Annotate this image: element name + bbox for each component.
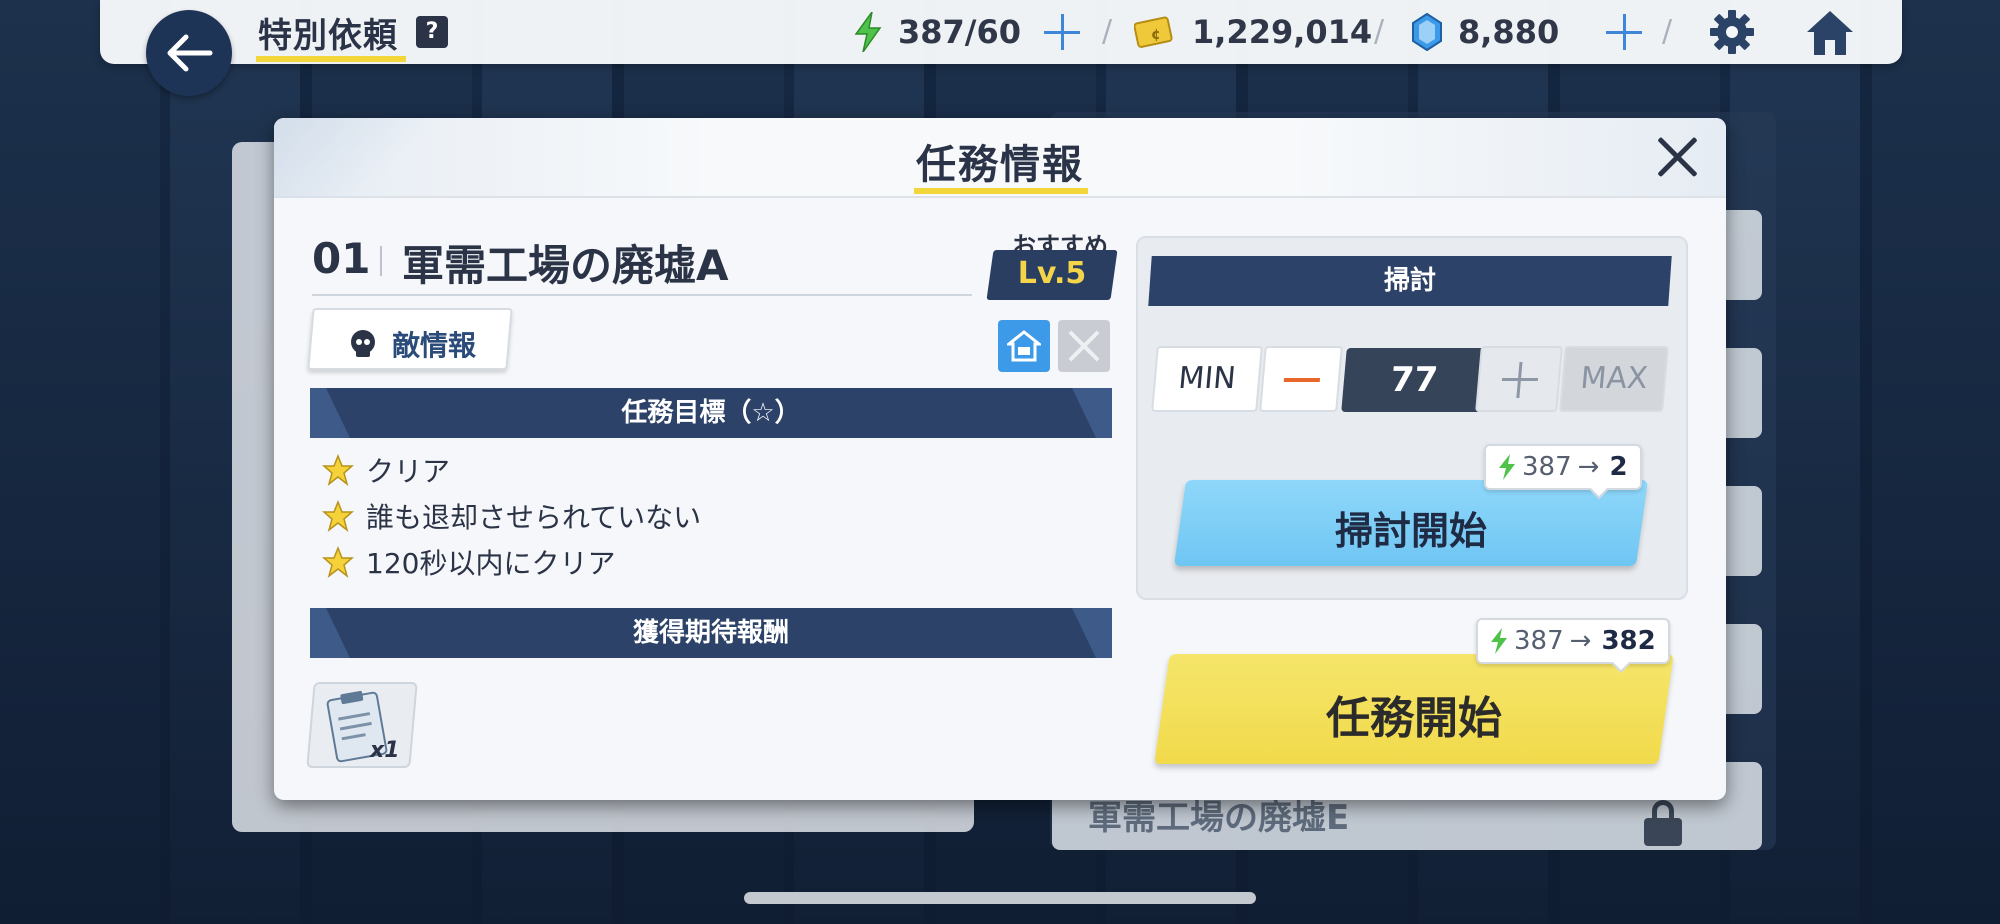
disabled-option-icon	[1058, 320, 1110, 372]
sweep-count-field[interactable]: 77	[1341, 348, 1487, 412]
add-gems-button[interactable]	[1604, 12, 1644, 52]
back-button[interactable]	[146, 10, 232, 96]
objective-item: 120秒以内にクリア	[322, 542, 615, 582]
add-ap-button[interactable]	[1042, 12, 1082, 52]
max-button[interactable]: MAX	[1559, 346, 1669, 412]
min-button[interactable]: MIN	[1151, 346, 1263, 412]
objective-text: クリア	[366, 455, 451, 488]
arrow-right-icon: →	[1569, 626, 1592, 656]
gear-icon[interactable]	[1708, 8, 1756, 56]
increment-button[interactable]	[1475, 346, 1563, 412]
divider	[312, 294, 972, 296]
ap-from: 387	[1522, 452, 1572, 482]
lock-icon	[1644, 800, 1682, 846]
modal-title: 任務情報	[916, 142, 1084, 188]
page-title: 特別依頼	[258, 16, 398, 56]
objective-item: クリア	[322, 450, 450, 490]
ap-counter: 387/60	[898, 13, 1022, 51]
divider: /	[1102, 14, 1113, 49]
objective-text: 120秒以内にクリア	[366, 547, 616, 580]
ap-to: 2	[1609, 452, 1628, 482]
enemy-info-content: 敵情報	[314, 324, 476, 364]
ap-to: 382	[1601, 626, 1656, 656]
reward-quantity: x1	[370, 738, 400, 763]
arrow-right-icon: →	[1577, 452, 1600, 482]
gem-icon	[1412, 12, 1442, 52]
home-icon[interactable]	[1804, 8, 1856, 58]
energy-icon	[1491, 628, 1507, 654]
divider	[380, 246, 382, 276]
building-icon	[1007, 330, 1041, 362]
gem-counter: 8,880	[1458, 13, 1560, 51]
divider: /	[1374, 14, 1385, 49]
enemy-icon	[351, 330, 375, 357]
divider: /	[1662, 14, 1673, 49]
credit-icon: ¢	[1134, 16, 1173, 48]
ap-from: 387	[1514, 626, 1564, 656]
energy-icon	[1499, 454, 1515, 480]
help-icon[interactable]: ?	[416, 16, 448, 48]
svg-text:¢: ¢	[1151, 27, 1161, 43]
stage-name: 軍需工場の廃墟A	[402, 241, 729, 290]
decrement-button[interactable]	[1259, 346, 1343, 412]
sweep-ap-cost-bubble: 387 → 2	[1484, 444, 1642, 490]
star-icon	[322, 546, 354, 578]
sweep-header: 掃討	[1148, 256, 1672, 306]
stage-number: 01	[312, 234, 371, 283]
energy-icon	[854, 12, 882, 52]
star-icon	[322, 454, 354, 486]
objective-item: 誰も退却させられていない	[322, 496, 701, 536]
indoor-terrain-icon	[998, 320, 1050, 372]
recommended-level: Lv.5	[1017, 256, 1087, 291]
sweep-start-label: 掃討開始	[1334, 509, 1487, 553]
credit-counter: 1,229,014	[1192, 13, 1373, 51]
arrow-left-icon	[167, 34, 213, 72]
mission-info-modal: 任務情報 01 軍需工場の廃墟A おすすめ Lv.5 敵情報 任務目標（☆） ク…	[274, 118, 1726, 800]
start-ap-cost-bubble: 387 → 382	[1476, 618, 1670, 664]
mission-start-label: 任務開始	[1326, 693, 1502, 744]
rewards-header: 獲得期待報酬	[310, 608, 1112, 658]
star-icon	[322, 500, 354, 532]
modal-title-underline	[914, 188, 1088, 194]
objectives-header: 任務目標（☆）	[310, 388, 1112, 438]
close-button[interactable]	[1654, 134, 1700, 180]
objective-text: 誰も退却させられていない	[366, 501, 702, 534]
home-indicator[interactable]	[744, 892, 1256, 904]
enemy-info-label: 敵情報	[392, 329, 477, 362]
title-underline	[256, 56, 406, 62]
